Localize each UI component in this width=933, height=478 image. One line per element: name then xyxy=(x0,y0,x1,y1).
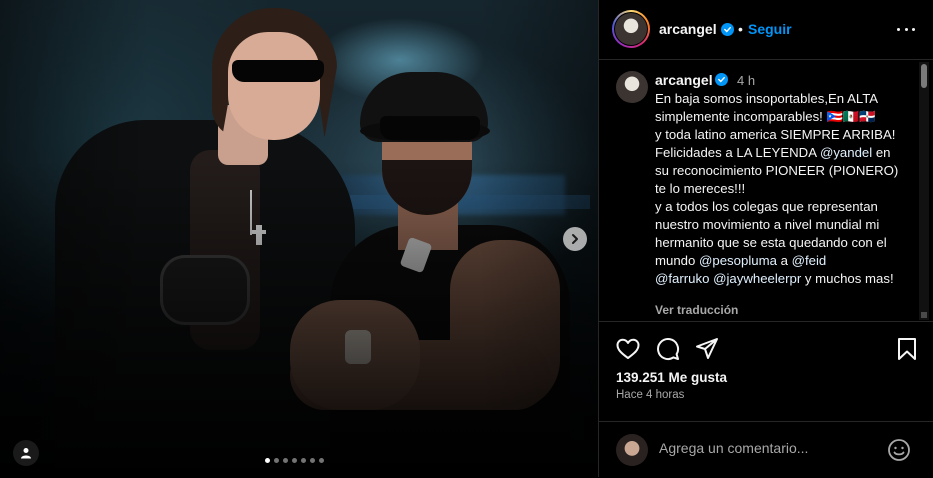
post-photo[interactable] xyxy=(0,0,598,477)
chevron-right-icon xyxy=(572,234,578,244)
caption-text: En baja somos insoportables,En ALTA simp… xyxy=(655,90,903,288)
caption-text-part: a xyxy=(776,253,792,268)
caption-text-part: y muchos mas! xyxy=(801,271,894,286)
bookmark-icon xyxy=(898,338,916,360)
caption-scrollbar[interactable] xyxy=(919,62,929,320)
caption-avatar[interactable] xyxy=(616,71,648,103)
carousel-indicator xyxy=(265,458,324,463)
caption-text-part: en su reconocimiento PIONEER (PIONERO) t… xyxy=(655,145,899,268)
comment-button[interactable] xyxy=(654,335,682,363)
mention-link[interactable]: @yandel xyxy=(820,145,872,160)
like-count[interactable]: 139.251 Me gusta xyxy=(616,370,727,385)
profile-avatar[interactable] xyxy=(612,10,650,48)
verified-badge-icon xyxy=(721,23,734,36)
share-icon xyxy=(696,338,718,359)
photo-vignette xyxy=(0,0,598,477)
header-username[interactable]: arcangel xyxy=(659,21,717,37)
caption-timestamp[interactable]: 4 h xyxy=(737,73,755,88)
more-options-icon[interactable] xyxy=(897,21,915,37)
action-bar xyxy=(599,321,933,376)
post-header: arcangel • Seguir xyxy=(599,0,933,60)
heart-icon xyxy=(616,338,640,359)
scrollbar-arrow-down[interactable] xyxy=(921,312,927,318)
carousel-dot xyxy=(292,458,297,463)
emoji-picker-button[interactable] xyxy=(887,438,911,462)
emoji-icon xyxy=(888,439,910,461)
like-button[interactable] xyxy=(614,335,642,363)
tagged-users-button[interactable] xyxy=(13,440,39,466)
carousel-dot xyxy=(301,458,306,463)
post-side-panel: arcangel • Seguir arcangel 4 h En baja s… xyxy=(598,0,933,477)
comment-icon xyxy=(657,338,680,360)
comment-input[interactable]: Agrega un comentario... xyxy=(659,440,808,456)
scrollbar-thumb[interactable] xyxy=(921,64,927,88)
comment-composer: Agrega un comentario... xyxy=(599,421,933,478)
mention-link[interactable]: @farruko xyxy=(655,271,709,286)
carousel-dot xyxy=(319,458,324,463)
post-age[interactable]: Hace 4 horas xyxy=(616,389,684,401)
mention-link[interactable]: @feid xyxy=(792,253,827,268)
current-user-avatar xyxy=(616,434,648,466)
carousel-dot xyxy=(265,458,270,463)
share-button[interactable] xyxy=(693,335,721,363)
caption-username[interactable]: arcangel xyxy=(655,72,713,88)
see-translation-link[interactable]: Ver traducción xyxy=(655,303,738,317)
next-photo-button[interactable] xyxy=(563,227,587,251)
follow-button[interactable]: Seguir xyxy=(748,21,792,37)
carousel-dot xyxy=(274,458,279,463)
carousel-dot xyxy=(310,458,315,463)
carousel-dot xyxy=(283,458,288,463)
caption-area: arcangel 4 h En baja somos insoportables… xyxy=(599,60,917,321)
mention-link[interactable]: @pesopluma xyxy=(699,253,777,268)
mention-link[interactable]: @jaywheelerpr xyxy=(713,271,801,286)
user-tag-icon xyxy=(21,448,31,459)
verified-badge-icon xyxy=(715,73,728,86)
save-button[interactable] xyxy=(893,335,921,363)
header-separator: • xyxy=(738,21,743,37)
